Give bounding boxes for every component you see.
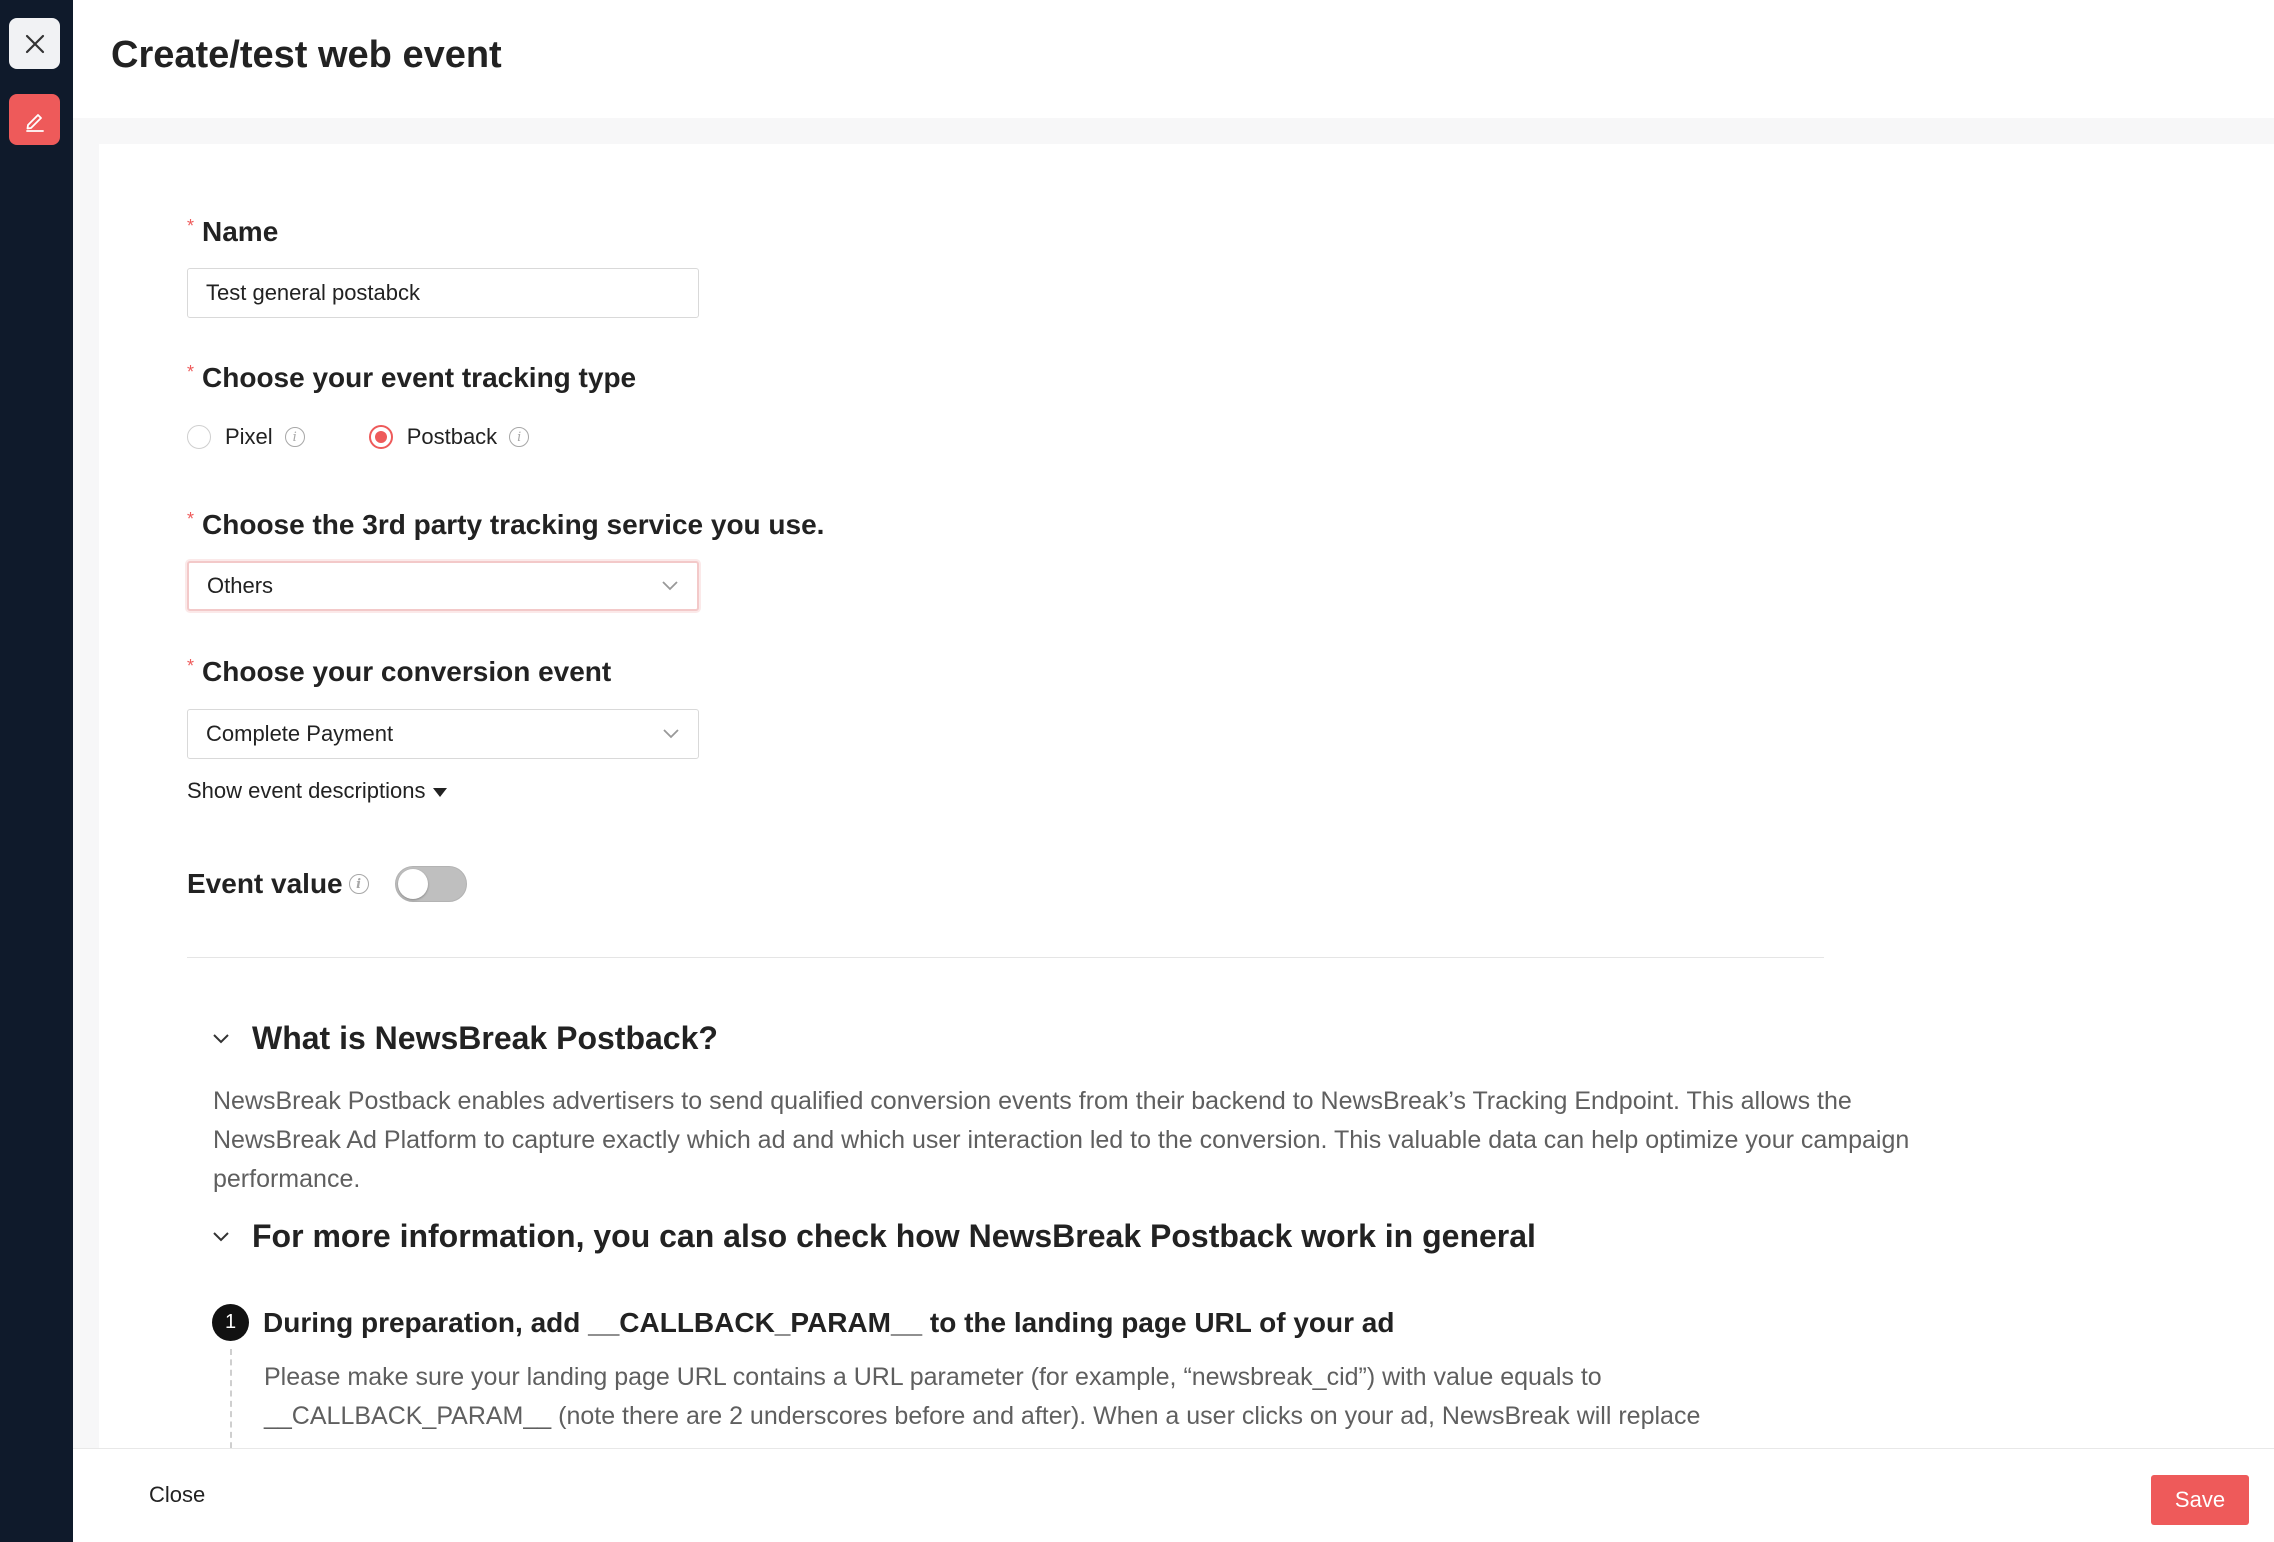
tracking-type-label: * Choose your event tracking type [187, 361, 637, 394]
third-party-label: * Choose the 3rd party tracking service … [187, 508, 825, 541]
left-rail [0, 0, 73, 1542]
name-label: * Name [187, 215, 279, 248]
header-separator [73, 118, 2274, 144]
postback-radio[interactable] [368, 425, 393, 449]
pixel-radio-label[interactable]: Pixel [225, 424, 273, 450]
form-panel: * Name Test general postabck * Choose yo… [99, 144, 2274, 1448]
step-connector-line [230, 1349, 232, 1448]
required-mark: * [187, 508, 195, 529]
save-button[interactable]: Save [2151, 1475, 2249, 1525]
what-is-postback-header[interactable]: What is NewsBreak Postback? [212, 1020, 718, 1057]
toggle-knob [397, 869, 428, 899]
footer-bar: Close Save [73, 1448, 2274, 1542]
event-value-row: Event value i [187, 866, 467, 902]
step-1-header: 1 During preparation, add __CALLBACK_PAR… [212, 1304, 1394, 1341]
required-mark: * [187, 361, 195, 382]
page-title: Create/test web event [111, 34, 502, 76]
close-button[interactable]: Close [149, 1482, 205, 1508]
info-icon[interactable]: i [348, 874, 369, 894]
name-input[interactable]: Test general postabck [187, 268, 699, 318]
postback-radio-label[interactable]: Postback [407, 424, 498, 450]
chevron-down-icon [212, 1228, 230, 1246]
edit-button[interactable] [9, 94, 60, 145]
step-1-description: Please make sure your landing page URL c… [264, 1363, 1701, 1430]
pixel-radio[interactable] [187, 425, 211, 449]
info-icon[interactable]: i [284, 427, 305, 447]
step-number-badge: 1 [212, 1304, 249, 1341]
close-panel-button[interactable] [9, 18, 60, 69]
chevron-down-icon [662, 725, 680, 743]
pencil-icon [25, 113, 44, 132]
info-icon[interactable]: i [509, 427, 530, 447]
third-party-select[interactable]: Others [187, 561, 699, 611]
chevron-down-icon [212, 1030, 230, 1048]
conversion-event-select[interactable]: Complete Payment [187, 709, 699, 759]
caret-down-icon [433, 787, 448, 797]
more-info-header[interactable]: For more information, you can also check… [212, 1218, 1536, 1255]
tracking-type-radio-group: Pixel i Postback i [187, 424, 530, 450]
page-header: Create/test web event [73, 0, 2274, 118]
conversion-event-label: * Choose your conversion event [187, 655, 612, 688]
event-value-toggle[interactable] [394, 866, 467, 902]
chevron-down-icon [661, 577, 679, 595]
required-mark: * [187, 655, 195, 676]
divider [187, 957, 1824, 958]
event-value-label: Event value [187, 868, 343, 899]
show-event-descriptions-link[interactable]: Show event descriptions [187, 778, 448, 804]
content-gutter [73, 118, 99, 1448]
required-mark: * [187, 215, 195, 236]
what-is-postback-description: NewsBreak Postback enables advertisers t… [213, 1087, 1910, 1193]
close-icon [25, 34, 44, 53]
